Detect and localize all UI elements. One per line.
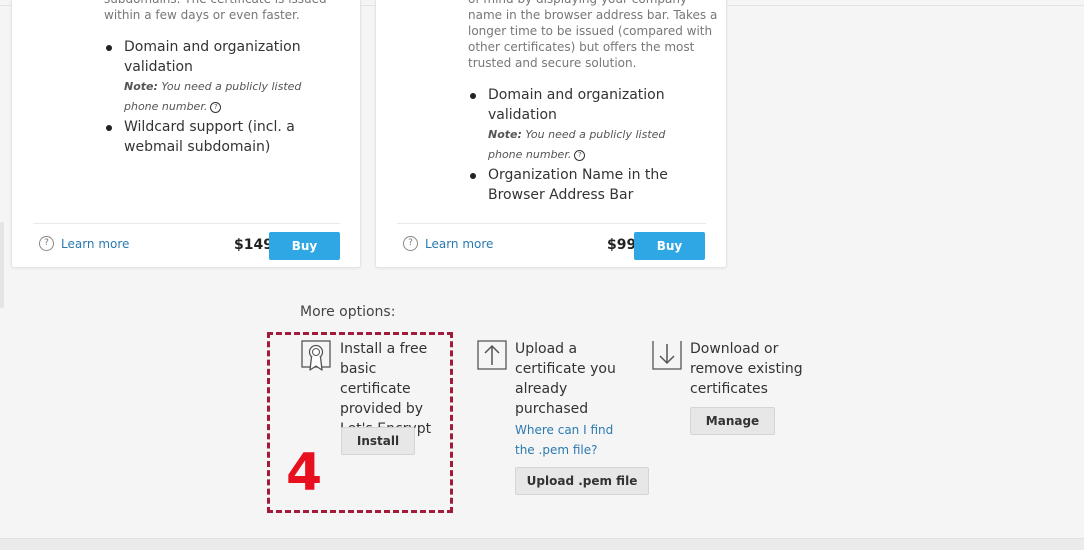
feature-list: Domain and organization validation Note:…	[468, 85, 693, 205]
upload-arrow-icon	[477, 340, 507, 370]
feature-item: Organization Name in the Browser Address…	[468, 165, 693, 205]
pem-file-help-link[interactable]: Where can I find the .pem file?	[515, 420, 625, 460]
download-arrow-icon	[652, 341, 682, 370]
learn-more-link[interactable]: ? Learn more	[403, 236, 493, 251]
price-label: $149	[234, 237, 273, 253]
buy-button[interactable]: Buy	[634, 232, 705, 260]
feature-item: Domain and organization validation Note:…	[468, 85, 693, 165]
upload-pem-button[interactable]: Upload .pem file	[515, 467, 649, 495]
help-icon[interactable]: ?	[210, 101, 222, 113]
feature-note: Note: You need a publicly listed phone n…	[124, 80, 302, 113]
price-label: $99	[607, 237, 637, 253]
question-circle-icon: ?	[39, 236, 54, 251]
card-footer-divider	[33, 223, 340, 224]
feature-note: Note: You need a publicly listed phone n…	[488, 128, 666, 161]
help-icon[interactable]: ?	[574, 149, 586, 161]
upload-option-text: Upload a certificate you already purchas…	[515, 341, 616, 417]
step-number-annotation: 4	[286, 443, 323, 503]
manage-button[interactable]: Manage	[690, 407, 775, 435]
feature-item: Wildcard support (incl. a webmail subdom…	[104, 117, 329, 157]
feature-label: Domain and organization validation	[124, 39, 301, 75]
certificate-card-wildcard: subdomains. The certificate is issued wi…	[11, 0, 361, 268]
card-description: subdomains. The certificate is issued wi…	[104, 0, 327, 22]
buy-button[interactable]: Buy	[269, 232, 340, 260]
feature-item: Domain and organization validation Note:…	[104, 37, 329, 117]
feature-list: Domain and organization validation Note:…	[104, 37, 329, 157]
feature-label: Domain and organization validation	[488, 87, 665, 123]
feature-label: Wildcard support (incl. a webmail subdom…	[124, 119, 295, 155]
card-footer-divider	[397, 223, 706, 224]
certificate-card-ev: of mind by displaying your company name …	[375, 0, 727, 268]
card-description: of mind by displaying your company name …	[468, 0, 718, 70]
more-options-label: More options:	[300, 304, 396, 320]
download-option-text: Download or remove existing certificates	[690, 341, 803, 397]
bottom-bar	[0, 538, 1084, 550]
learn-more-link[interactable]: ? Learn more	[39, 236, 129, 251]
question-circle-icon: ?	[403, 236, 418, 251]
feature-label: Organization Name in the Browser Address…	[488, 167, 668, 203]
left-scroll-tab[interactable]	[0, 222, 4, 308]
